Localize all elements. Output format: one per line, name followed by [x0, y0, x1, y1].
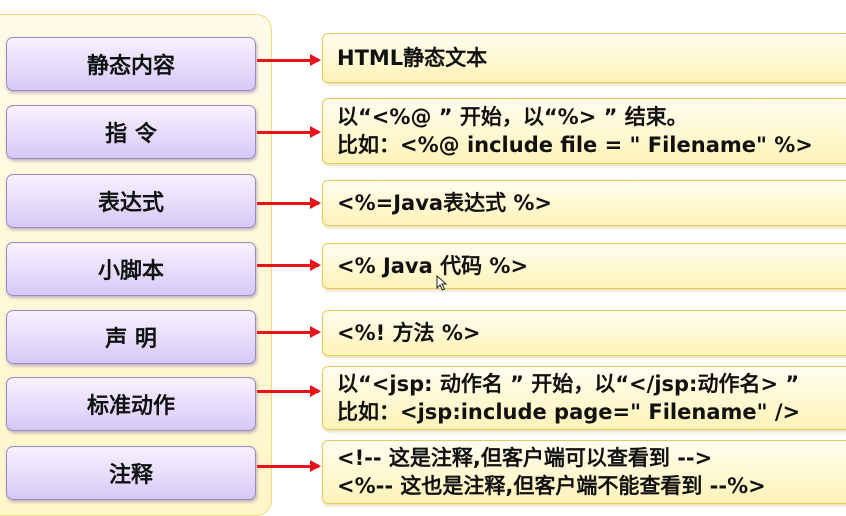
- code-line: <%=Java表达式 %>: [337, 191, 553, 215]
- code-line: <!-- 这是注释,但客户端可以查看到 -->: [337, 446, 713, 470]
- arrow-icon: [257, 460, 321, 472]
- label-static-content: 静态内容: [6, 37, 256, 91]
- code-expression: <%=Java表达式 %>: [322, 180, 846, 226]
- code-line: <% Java 代码 %>: [337, 254, 529, 278]
- arrow-icon: [257, 326, 321, 338]
- arrow-icon: [257, 54, 321, 66]
- label-text: 表达式: [97, 191, 164, 216]
- code-scriptlet: <% Java 代码 %>: [322, 243, 846, 289]
- code-standard-action: 以“<jsp: 动作名 ” 开始，以“</jsp:动作名> ” 比如：<jsp:…: [322, 366, 846, 430]
- label-text: 注释: [108, 463, 153, 488]
- code-line: 以“<jsp: 动作名 ” 开始，以“</jsp:动作名> ”: [337, 372, 800, 396]
- label-text: 声 明: [105, 327, 157, 352]
- label-text: 指 令: [105, 122, 157, 147]
- label-comment: 注释: [6, 446, 256, 500]
- code-directive: 以“<%@ ” 开始，以“%> ” 结束。 比如：<%@ include fil…: [322, 98, 846, 164]
- code-line: 比如：<jsp:include page=" Filename" />: [337, 400, 801, 424]
- arrow-icon: [257, 385, 321, 397]
- code-static-content: HTML静态文本: [322, 33, 846, 83]
- code-declaration: <%! 方法 %>: [322, 310, 846, 356]
- label-directive: 指 令: [6, 105, 256, 159]
- code-line: <%! 方法 %>: [337, 321, 481, 345]
- mouse-cursor-icon: [436, 275, 447, 291]
- label-standard-action: 标准动作: [6, 377, 256, 431]
- label-text: 小脚本: [97, 259, 164, 284]
- label-scriptlet: 小脚本: [6, 242, 256, 296]
- code-line: HTML静态文本: [337, 46, 488, 70]
- arrow-icon: [257, 197, 321, 209]
- label-declaration: 声 明: [6, 310, 256, 364]
- label-text: 标准动作: [86, 394, 175, 419]
- label-expression: 表达式: [6, 174, 256, 228]
- arrow-icon: [257, 126, 321, 138]
- label-text: 静态内容: [86, 54, 175, 79]
- code-comment: <!-- 这是注释,但客户端可以查看到 --> <%-- 这也是注释,但客户端不…: [322, 440, 846, 504]
- arrow-icon: [257, 259, 321, 271]
- code-line: 以“<%@ ” 开始，以“%> ” 结束。: [337, 105, 688, 129]
- code-line: 比如：<%@ include file = " Filename" %>: [337, 133, 813, 157]
- code-line: <%-- 这也是注释,但客户端不能查看到 --%>: [337, 474, 766, 498]
